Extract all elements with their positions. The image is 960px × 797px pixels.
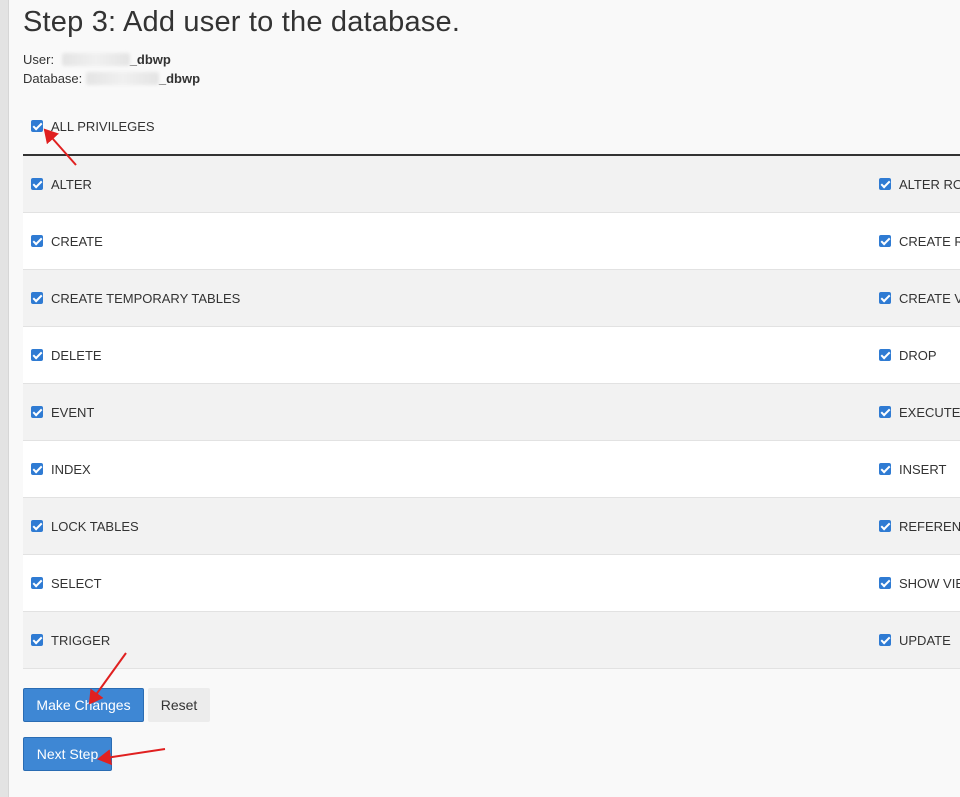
privilege-label: EVENT (51, 404, 95, 420)
privilege-option[interactable]: EVENT (31, 384, 94, 440)
next-step-button[interactable]: Next Step (23, 737, 112, 771)
privilege-label: UPDATE (899, 632, 951, 648)
privilege-option[interactable]: CREATE V (879, 270, 960, 326)
page: Step 3: Add user to the database. User: … (0, 0, 960, 797)
privilege-label: DELETE (51, 347, 102, 363)
database-line: Database: _dbwp (23, 71, 200, 86)
privilege-checkbox[interactable] (879, 235, 891, 247)
privilege-option[interactable]: EXECUTE (879, 384, 960, 440)
privilege-label: INSERT (899, 461, 947, 477)
database-value: _dbwp (158, 71, 201, 86)
privilege-label: CREATE TEMPORARY TABLES (51, 290, 241, 306)
privilege-checkbox[interactable] (31, 235, 43, 247)
privilege-row: DELETE DROP (23, 327, 960, 384)
redacted-username (61, 53, 130, 66)
privilege-checkbox[interactable] (879, 178, 891, 190)
database-label: Database: (23, 71, 83, 86)
privilege-row: INDEX INSERT (23, 441, 960, 498)
privilege-option[interactable]: LOCK TABLES (31, 498, 139, 554)
privilege-option[interactable]: ALTER (31, 156, 92, 212)
privilege-option[interactable]: CREATE R (879, 213, 960, 269)
privilege-option[interactable]: SHOW VIE (879, 555, 960, 611)
all-privileges-option[interactable]: ALL PRIVILEGES (31, 118, 155, 134)
privilege-checkbox[interactable] (879, 292, 891, 304)
privilege-option[interactable]: CREATE TEMPORARY TABLES (31, 270, 240, 326)
privilege-label: CREATE (51, 233, 103, 249)
reset-button[interactable]: Reset (148, 688, 210, 722)
privilege-checkbox[interactable] (879, 520, 891, 532)
redacted-database (85, 72, 159, 85)
privilege-row: ALTER ALTER RO (23, 156, 960, 213)
all-privileges-label: ALL PRIVILEGES (51, 118, 155, 134)
privilege-checkbox[interactable] (879, 406, 891, 418)
privilege-checkbox[interactable] (31, 406, 43, 418)
privilege-label: CREATE V (899, 290, 960, 306)
privilege-label: SELECT (51, 575, 102, 591)
page-title: Step 3: Add user to the database. (23, 6, 461, 38)
privilege-row: CREATE TEMPORARY TABLES CREATE V (23, 270, 960, 327)
privilege-label: CREATE R (899, 233, 960, 249)
privilege-option[interactable]: UPDATE (879, 612, 951, 668)
privilege-checkbox[interactable] (31, 520, 43, 532)
privilege-option[interactable]: ALTER RO (879, 156, 960, 212)
privilege-label: DROP (899, 347, 937, 363)
left-border (0, 0, 9, 797)
privilege-option[interactable]: DROP (879, 327, 937, 383)
privilege-label: REFERENC (899, 518, 960, 534)
privilege-row: LOCK TABLES REFERENC (23, 498, 960, 555)
privilege-label: SHOW VIE (899, 575, 960, 591)
privilege-checkbox[interactable] (879, 577, 891, 589)
privilege-option[interactable]: INSERT (879, 441, 946, 497)
privilege-label: LOCK TABLES (51, 518, 139, 534)
privilege-checkbox[interactable] (879, 634, 891, 646)
privilege-option[interactable]: TRIGGER (31, 612, 110, 668)
privilege-checkbox[interactable] (879, 463, 891, 475)
privilege-checkbox[interactable] (31, 463, 43, 475)
privilege-checkbox[interactable] (879, 349, 891, 361)
user-line: User: _dbwp (23, 52, 171, 67)
privilege-checkbox[interactable] (31, 634, 43, 646)
privilege-checkbox[interactable] (31, 577, 43, 589)
privileges-table: ALTER ALTER RO CREATE CREATE R CREATE TEMPOR… (23, 156, 960, 669)
privilege-option[interactable]: SELECT (31, 555, 102, 611)
privilege-checkbox[interactable] (31, 178, 43, 190)
privilege-row: TRIGGER UPDATE (23, 612, 960, 669)
privilege-label: ALTER (51, 176, 92, 192)
privilege-label: EXECUTE (899, 404, 960, 420)
privilege-option[interactable]: REFERENC (879, 498, 960, 554)
privilege-option[interactable]: INDEX (31, 441, 91, 497)
privilege-label: INDEX (51, 461, 91, 477)
user-label: User: (23, 52, 55, 67)
privilege-option[interactable]: CREATE (31, 213, 103, 269)
privilege-option[interactable]: DELETE (31, 327, 102, 383)
privilege-label: TRIGGER (51, 632, 111, 648)
make-changes-button[interactable]: Make Changes (23, 688, 144, 722)
all-privileges-checkbox[interactable] (31, 120, 43, 132)
privilege-checkbox[interactable] (31, 292, 43, 304)
user-value: _dbwp (129, 52, 171, 67)
privilege-row: EVENT EXECUTE (23, 384, 960, 441)
privilege-checkbox[interactable] (31, 349, 43, 361)
privilege-row: SELECT SHOW VIE (23, 555, 960, 612)
privilege-row: CREATE CREATE R (23, 213, 960, 270)
privilege-label: ALTER RO (899, 176, 960, 192)
